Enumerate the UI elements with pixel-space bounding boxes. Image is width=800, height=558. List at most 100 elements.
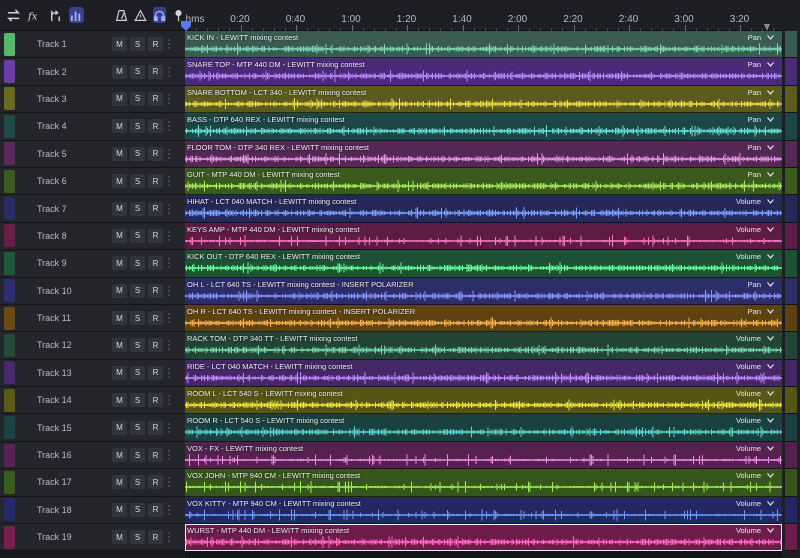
mute-button[interactable]: M [112, 37, 127, 52]
track-color-swatch[interactable] [4, 498, 15, 522]
track-name[interactable]: Track 15 [37, 423, 107, 433]
drag-handle-icon[interactable] [168, 203, 172, 214]
audio-clip[interactable]: SNARE BOTTOM - LCT 340 - LEWITT mixing c… [185, 85, 782, 114]
record-button[interactable]: R [148, 311, 163, 326]
record-button[interactable]: R [148, 174, 163, 189]
record-button[interactable]: R [148, 530, 163, 545]
track-strip-segment[interactable] [785, 195, 797, 223]
record-button[interactable]: R [148, 201, 163, 216]
track-header[interactable]: Track 4 MSR [0, 113, 185, 141]
drag-handle-icon[interactable] [168, 66, 172, 77]
track-strip-segment[interactable] [785, 496, 797, 525]
track-header[interactable]: Track 16 M S R [0, 441, 185, 470]
audio-clip[interactable]: OH L - LCT 640 TS - LEWITT mixing contes… [185, 277, 782, 305]
track-strip-segment[interactable] [785, 277, 797, 305]
track-strip-segment[interactable] [785, 441, 797, 470]
solo-button[interactable]: S [130, 119, 145, 134]
record-button[interactable]: R [148, 338, 163, 353]
automation-param-dropdown[interactable]: Volume [736, 362, 774, 371]
track-strip-segment[interactable] [785, 414, 797, 442]
time-ruler[interactable]: hms 0:20 0:40 1:00 1:20 1:40 2:00 2:20 2:40 3:00… [181, 0, 782, 31]
automation-param-dropdown[interactable]: Volume [736, 334, 774, 343]
track-color-swatch[interactable] [4, 333, 15, 357]
solo-button[interactable]: S [130, 228, 145, 243]
audio-clip[interactable]: SNARE TOP - MTP 440 DM - LEWITT mixing c… [185, 58, 782, 86]
track-header[interactable]: Track 1 MSR [0, 31, 185, 59]
track-header[interactable]: Track 9 MSR [0, 250, 185, 278]
track-color-swatch[interactable] [4, 525, 15, 549]
track-name[interactable]: Track 4 [37, 121, 107, 131]
audio-clip[interactable]: VOX JOHN - MTP 940 CM - LEWITT mixing co… [185, 469, 782, 497]
automation-param-dropdown[interactable]: Volume [736, 197, 774, 206]
track-color-swatch[interactable] [4, 251, 15, 275]
track-color-swatch[interactable] [4, 197, 15, 221]
track-name[interactable]: Track 6 [37, 176, 107, 186]
solo-button[interactable]: S [130, 420, 145, 435]
track-header[interactable]: Track 5 MSR [0, 140, 185, 168]
solo-button[interactable]: S [130, 146, 145, 161]
audio-clip[interactable]: BASS - DTP 640 REX - LEWITT mixing conte… [185, 113, 782, 141]
track-header[interactable]: Track 10 M S R [0, 277, 185, 305]
track-strip-segment[interactable] [785, 113, 797, 141]
solo-button[interactable]: S [130, 365, 145, 380]
drag-handle-icon[interactable] [168, 422, 172, 433]
solo-button[interactable]: S [130, 393, 145, 408]
track-color-swatch[interactable] [4, 142, 15, 166]
automation-param-dropdown[interactable]: Volume [736, 416, 774, 425]
track-header[interactable]: Track 6 MSR [0, 167, 185, 196]
audio-clip[interactable]: KICK IN - LEWITT mixing contest Pan [185, 31, 782, 59]
bar-meter-icon[interactable] [69, 7, 84, 23]
drag-handle-icon[interactable] [168, 176, 172, 187]
mute-button[interactable]: M [112, 311, 127, 326]
track-strip-segment[interactable] [785, 387, 797, 415]
automation-param-dropdown[interactable]: Pan [748, 33, 774, 42]
track-name[interactable]: Track 12 [37, 340, 107, 350]
automation-param-dropdown[interactable]: Pan [748, 143, 774, 152]
track-strip-segment[interactable] [785, 85, 797, 114]
track-strip-segment[interactable] [785, 359, 797, 388]
record-button[interactable]: R [148, 420, 163, 435]
audio-clip[interactable]: VOX - FX - LEWITT mixing contest Volume [185, 441, 782, 470]
automation-param-dropdown[interactable]: Pan [748, 307, 774, 316]
track-name[interactable]: Track 17 [37, 477, 107, 487]
drag-handle-icon[interactable] [168, 340, 172, 351]
track-strip-segment[interactable] [785, 250, 797, 278]
record-button[interactable]: R [148, 502, 163, 517]
solo-button[interactable]: S [130, 256, 145, 271]
track-color-swatch[interactable] [4, 416, 15, 440]
solo-button[interactable]: S [130, 448, 145, 463]
track-name[interactable]: Track 7 [37, 204, 107, 214]
record-button[interactable]: R [148, 283, 163, 298]
drag-handle-icon[interactable] [168, 450, 172, 461]
drag-handle-icon[interactable] [168, 367, 172, 378]
track-header[interactable]: Track 18 M S R [0, 496, 185, 525]
track-strip-segment[interactable] [785, 469, 797, 497]
solo-button[interactable]: S [130, 502, 145, 517]
track-header[interactable]: Track 8 MSR [0, 222, 185, 251]
track-color-swatch[interactable] [4, 60, 15, 84]
track-name[interactable]: Track 18 [37, 505, 107, 515]
drag-handle-icon[interactable] [168, 230, 172, 241]
track-strip-segment[interactable] [785, 524, 797, 552]
automation-param-dropdown[interactable]: Volume [736, 526, 774, 535]
audio-clip[interactable]: VOX KITTY - MTP 940 CM - LEWITT mixing c… [185, 496, 782, 525]
audio-clip[interactable]: FLOOR TOM - DTP 340 REX - LEWITT mixing … [185, 140, 782, 168]
record-button[interactable]: R [148, 365, 163, 380]
track-color-swatch[interactable] [4, 224, 15, 248]
drag-handle-icon[interactable] [168, 39, 172, 50]
audio-clip[interactable]: RIDE - LCT 040 MATCH - LEWITT mixing con… [185, 359, 782, 388]
record-button[interactable]: R [148, 228, 163, 243]
track-color-swatch[interactable] [4, 32, 15, 56]
branch-icon[interactable] [48, 7, 63, 23]
swap-arrows-icon[interactable] [6, 7, 21, 23]
fx-icon[interactable]: fx [27, 7, 42, 23]
drag-handle-icon[interactable] [168, 258, 172, 269]
track-header[interactable]: Track 19 M S R [0, 524, 185, 552]
track-name[interactable]: Track 8 [37, 231, 107, 241]
automation-param-dropdown[interactable]: Volume [736, 499, 774, 508]
drag-handle-icon[interactable] [168, 477, 172, 488]
drag-handle-icon[interactable] [168, 313, 172, 324]
track-header[interactable]: Track 14 M S R [0, 387, 185, 415]
track-name[interactable]: Track 3 [37, 94, 107, 104]
audio-clip[interactable]: ROOM L - LCT 540 S - LEWITT mixing conte… [185, 387, 782, 415]
